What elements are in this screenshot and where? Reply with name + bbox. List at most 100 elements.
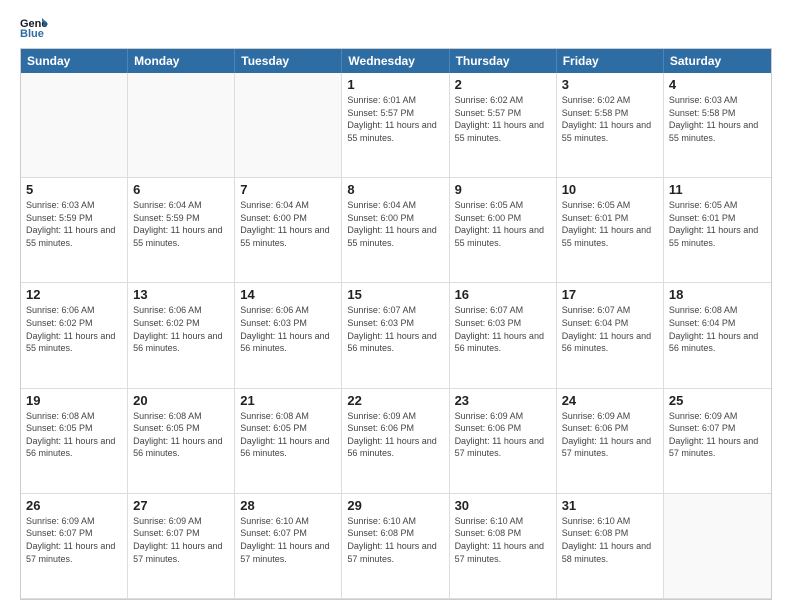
cell-day-number: 19 (26, 393, 122, 408)
cell-info: Sunrise: 6:05 AM Sunset: 6:00 PM Dayligh… (455, 199, 551, 249)
calendar-cell-30: 30 Sunrise: 6:10 AM Sunset: 6:08 PM Dayli… (450, 494, 557, 599)
logo: General Blue (20, 16, 52, 38)
cell-day-number: 29 (347, 498, 443, 513)
calendar-cell-18: 18 Sunrise: 6:08 AM Sunset: 6:04 PM Dayli… (664, 283, 771, 388)
cell-info: Sunrise: 6:08 AM Sunset: 6:05 PM Dayligh… (26, 410, 122, 460)
day-header-tuesday: Tuesday (235, 49, 342, 73)
calendar-cell-16: 16 Sunrise: 6:07 AM Sunset: 6:03 PM Dayli… (450, 283, 557, 388)
cell-day-number: 22 (347, 393, 443, 408)
page-header: General Blue (20, 16, 772, 38)
cell-day-number: 7 (240, 182, 336, 197)
calendar-cell-26: 26 Sunrise: 6:09 AM Sunset: 6:07 PM Dayli… (21, 494, 128, 599)
day-header-sunday: Sunday (21, 49, 128, 73)
calendar-cell-28: 28 Sunrise: 6:10 AM Sunset: 6:07 PM Dayli… (235, 494, 342, 599)
cell-day-number: 25 (669, 393, 766, 408)
cell-info: Sunrise: 6:04 AM Sunset: 6:00 PM Dayligh… (347, 199, 443, 249)
cell-day-number: 2 (455, 77, 551, 92)
cell-info: Sunrise: 6:09 AM Sunset: 6:06 PM Dayligh… (455, 410, 551, 460)
calendar-cell-5: 5 Sunrise: 6:03 AM Sunset: 5:59 PM Daylig… (21, 178, 128, 283)
cell-info: Sunrise: 6:01 AM Sunset: 5:57 PM Dayligh… (347, 94, 443, 144)
cell-day-number: 5 (26, 182, 122, 197)
cell-info: Sunrise: 6:09 AM Sunset: 6:06 PM Dayligh… (562, 410, 658, 460)
calendar-cell-9: 9 Sunrise: 6:05 AM Sunset: 6:00 PM Daylig… (450, 178, 557, 283)
cell-info: Sunrise: 6:05 AM Sunset: 6:01 PM Dayligh… (562, 199, 658, 249)
calendar-cell-24: 24 Sunrise: 6:09 AM Sunset: 6:06 PM Dayli… (557, 389, 664, 494)
calendar-cell-12: 12 Sunrise: 6:06 AM Sunset: 6:02 PM Dayli… (21, 283, 128, 388)
cell-day-number: 20 (133, 393, 229, 408)
calendar-cell-6: 6Sunrise: 6:04 AM Sunset: 5:59 PM Daylig… (128, 178, 235, 283)
calendar-cell-19: 19 Sunrise: 6:08 AM Sunset: 6:05 PM Dayli… (21, 389, 128, 494)
cell-day-number: 18 (669, 287, 766, 302)
cell-info: Sunrise: 6:06 AM Sunset: 6:02 PM Dayligh… (26, 304, 122, 354)
cell-day-number: 16 (455, 287, 551, 302)
cell-day-number: 14 (240, 287, 336, 302)
cell-info: Sunrise: 6:09 AM Sunset: 6:07 PM Dayligh… (133, 515, 229, 565)
cell-info: Sunrise: 6:03 AM Sunset: 5:58 PM Dayligh… (669, 94, 766, 144)
cell-day-number: 15 (347, 287, 443, 302)
cell-info: Sunrise: 6:10 AM Sunset: 6:08 PM Dayligh… (562, 515, 658, 565)
cell-day-number: 21 (240, 393, 336, 408)
calendar-cell-11: 11 Sunrise: 6:05 AM Sunset: 6:01 PM Dayli… (664, 178, 771, 283)
cell-day-number: 1 (347, 77, 443, 92)
cell-day-number: 24 (562, 393, 658, 408)
calendar-cell-31: 31 Sunrise: 6:10 AM Sunset: 6:08 PM Dayli… (557, 494, 664, 599)
cell-day-number: 31 (562, 498, 658, 513)
calendar-cell-15: 15 Sunrise: 6:07 AM Sunset: 6:03 PM Dayli… (342, 283, 449, 388)
cell-info: Sunrise: 6:03 AM Sunset: 5:59 PM Dayligh… (26, 199, 122, 249)
calendar-cell-8: 8 Sunrise: 6:04 AM Sunset: 6:00 PM Daylig… (342, 178, 449, 283)
calendar-cell-14: 14 Sunrise: 6:06 AM Sunset: 6:03 PM Dayli… (235, 283, 342, 388)
cell-info: Sunrise: 6:10 AM Sunset: 6:08 PM Dayligh… (455, 515, 551, 565)
cell-day-number: 23 (455, 393, 551, 408)
calendar-cell-25: 25Sunrise: 6:09 AM Sunset: 6:07 PM Dayli… (664, 389, 771, 494)
cell-info: Sunrise: 6:07 AM Sunset: 6:03 PM Dayligh… (347, 304, 443, 354)
cell-info: Sunrise: 6:04 AM Sunset: 5:59 PM Dayligh… (133, 199, 229, 249)
calendar-cell-17: 17 Sunrise: 6:07 AM Sunset: 6:04 PM Dayli… (557, 283, 664, 388)
cell-info: Sunrise: 6:07 AM Sunset: 6:04 PM Dayligh… (562, 304, 658, 354)
cell-info: Sunrise: 6:08 AM Sunset: 6:05 PM Dayligh… (240, 410, 336, 460)
cell-info: Sunrise: 6:02 AM Sunset: 5:58 PM Dayligh… (562, 94, 658, 144)
calendar-cell-empty (664, 494, 771, 599)
calendar-cell-empty (21, 73, 128, 178)
cell-day-number: 13 (133, 287, 229, 302)
cell-info: Sunrise: 6:02 AM Sunset: 5:57 PM Dayligh… (455, 94, 551, 144)
cell-day-number: 11 (669, 182, 766, 197)
calendar-cell-1: 1 Sunrise: 6:01 AM Sunset: 5:57 PM Daylig… (342, 73, 449, 178)
day-header-thursday: Thursday (450, 49, 557, 73)
calendar-grid: 1 Sunrise: 6:01 AM Sunset: 5:57 PM Daylig… (21, 73, 771, 599)
cell-info: Sunrise: 6:10 AM Sunset: 6:07 PM Dayligh… (240, 515, 336, 565)
cell-day-number: 4 (669, 77, 766, 92)
day-header-friday: Friday (557, 49, 664, 73)
cell-info: Sunrise: 6:08 AM Sunset: 6:05 PM Dayligh… (133, 410, 229, 460)
calendar-cell-2: 2 Sunrise: 6:02 AM Sunset: 5:57 PM Daylig… (450, 73, 557, 178)
calendar-cell-27: 27 Sunrise: 6:09 AM Sunset: 6:07 PM Dayli… (128, 494, 235, 599)
calendar-cell-22: 22 Sunrise: 6:09 AM Sunset: 6:06 PM Dayli… (342, 389, 449, 494)
cell-info: Sunrise: 6:06 AM Sunset: 6:03 PM Dayligh… (240, 304, 336, 354)
calendar-cell-13: 13Sunrise: 6:06 AM Sunset: 6:02 PM Dayli… (128, 283, 235, 388)
day-headers: SundayMondayTuesdayWednesdayThursdayFrid… (21, 49, 771, 73)
calendar-cell-empty (128, 73, 235, 178)
cell-day-number: 17 (562, 287, 658, 302)
cell-info: Sunrise: 6:04 AM Sunset: 6:00 PM Dayligh… (240, 199, 336, 249)
cell-day-number: 9 (455, 182, 551, 197)
cell-day-number: 10 (562, 182, 658, 197)
svg-text:Blue: Blue (20, 28, 44, 38)
cell-day-number: 12 (26, 287, 122, 302)
cell-day-number: 28 (240, 498, 336, 513)
cell-day-number: 27 (133, 498, 229, 513)
calendar-cell-29: 29Sunrise: 6:10 AM Sunset: 6:08 PM Dayli… (342, 494, 449, 599)
cell-day-number: 26 (26, 498, 122, 513)
calendar-cell-3: 3Sunrise: 6:02 AM Sunset: 5:58 PM Daylig… (557, 73, 664, 178)
day-header-wednesday: Wednesday (342, 49, 449, 73)
calendar-cell-empty (235, 73, 342, 178)
cell-day-number: 30 (455, 498, 551, 513)
cell-info: Sunrise: 6:07 AM Sunset: 6:03 PM Dayligh… (455, 304, 551, 354)
day-header-monday: Monday (128, 49, 235, 73)
cell-info: Sunrise: 6:09 AM Sunset: 6:07 PM Dayligh… (26, 515, 122, 565)
calendar-cell-23: 23 Sunrise: 6:09 AM Sunset: 6:06 PM Dayli… (450, 389, 557, 494)
cell-day-number: 8 (347, 182, 443, 197)
calendar-cell-10: 10 Sunrise: 6:05 AM Sunset: 6:01 PM Dayli… (557, 178, 664, 283)
cell-info: Sunrise: 6:08 AM Sunset: 6:04 PM Dayligh… (669, 304, 766, 354)
cell-info: Sunrise: 6:05 AM Sunset: 6:01 PM Dayligh… (669, 199, 766, 249)
cell-info: Sunrise: 6:09 AM Sunset: 6:06 PM Dayligh… (347, 410, 443, 460)
logo-icon: General Blue (20, 16, 48, 38)
